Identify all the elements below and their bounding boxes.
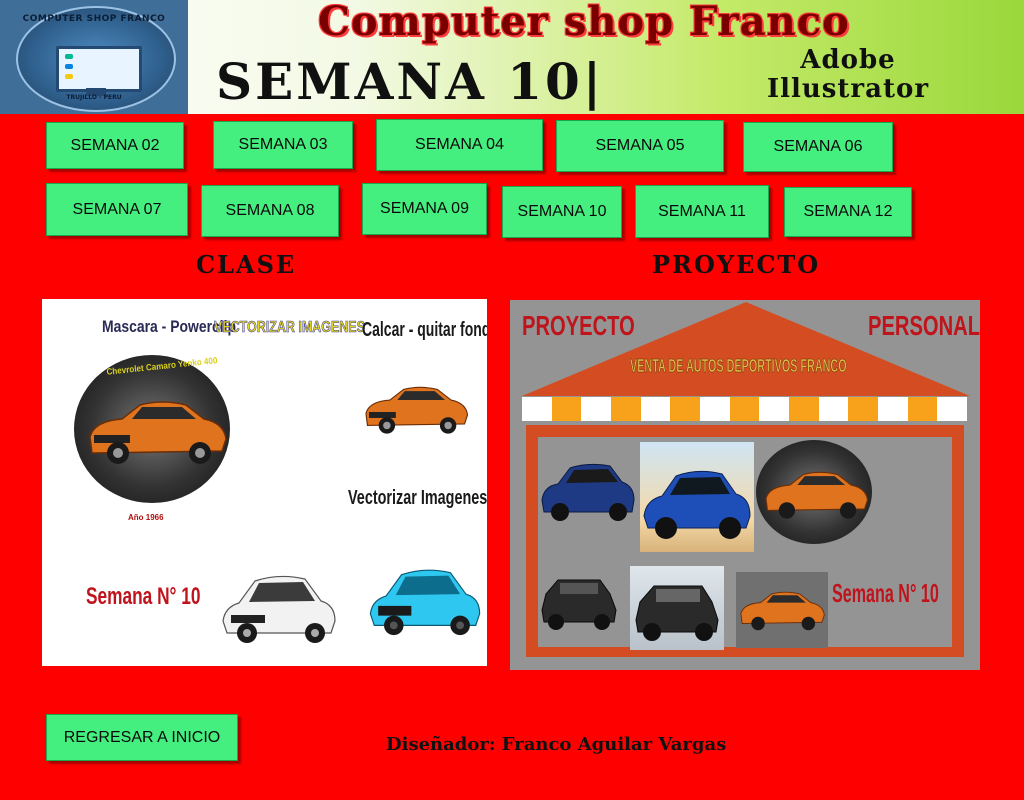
project-label-left: PROYECTO [522,310,635,341]
back-to-home-button[interactable]: REGRESAR A INICIO [46,714,238,761]
brand-title: Computer shop Franco [318,0,850,45]
week-button-02[interactable]: SEMANA 02 [46,122,184,169]
week-button-06[interactable]: SEMANA 06 [743,122,893,172]
class-image-panel[interactable]: Mascara - Powerclip VECTORIZAR IMAGENES … [42,299,487,666]
week-title: SEMANA 10| [216,52,605,111]
blue-vector-car-image [369,569,481,636]
orange-camaro-thumb [736,572,828,648]
white-hatchback-image [222,575,336,643]
project-section-label: PROYECTO [652,250,821,279]
blue-nissan-thumb [540,452,636,530]
camaro-year: Año 1966 [128,513,164,522]
header-banner: COMPUTER SHOP FRANCO TRUJILLO - PERU Com… [0,0,1024,114]
week-button-07[interactable]: SEMANA 07 [46,183,188,236]
monitor-dot-yellow [65,74,73,79]
project-week-label: Semana N° 10 [832,578,939,608]
class-section-label: CLASE [196,250,297,279]
week-button-03[interactable]: SEMANA 03 [213,121,353,169]
week-button-11[interactable]: SEMANA 11 [635,185,769,238]
week-button-04[interactable]: SEMANA 04 [376,119,543,171]
designer-credit: Diseñador: Franco Aguilar Vargas [386,734,727,755]
project-label-right: PERSONAL [868,310,980,341]
logo-text-top: COMPUTER SHOP FRANCO [22,14,166,24]
monitor-dot-blue [65,64,73,69]
store-name: VENTA DE AUTOS DEPORTIVOS FRANCO [630,356,847,377]
tool-name-line1: Adobe [800,45,896,75]
monitor-icon [56,46,142,92]
week-button-05[interactable]: SEMANA 05 [556,120,724,172]
monitor-dot-green [65,54,73,59]
vectorizar-title: Vectorizar Imagenes [348,487,487,509]
blue-skyline-thumb [640,442,754,552]
camaro-car-image [89,401,227,464]
black-suv-photo-thumb [630,566,724,650]
tool-name: Adobe Illustrator [728,46,968,104]
class-week-label: Semana N° 10 [86,583,201,610]
black-suv-thumb [540,566,618,638]
store-awning [522,397,968,421]
week-button-12[interactable]: SEMANA 12 [784,187,912,237]
vectorizar-top-title: VECTORIZAR IMAGENES [214,319,365,337]
camaro-traced-image [365,386,469,434]
project-image-panel[interactable]: PROYECTO PERSONAL VENTA DE AUTOS DEPORTI… [510,300,980,670]
shop-logo: COMPUTER SHOP FRANCO TRUJILLO - PERU [0,0,188,114]
week-button-09[interactable]: SEMANA 09 [362,183,487,235]
week-button-08[interactable]: SEMANA 08 [201,185,339,237]
calcar-title: Calcar - quitar fondo [362,319,487,341]
week-button-10[interactable]: SEMANA 10 [502,186,622,238]
tool-name-line2: Illustrator [766,74,930,104]
camaro-thumb-car [765,471,869,519]
logo-text-bottom: TRUJILLO - PERU [66,94,122,101]
